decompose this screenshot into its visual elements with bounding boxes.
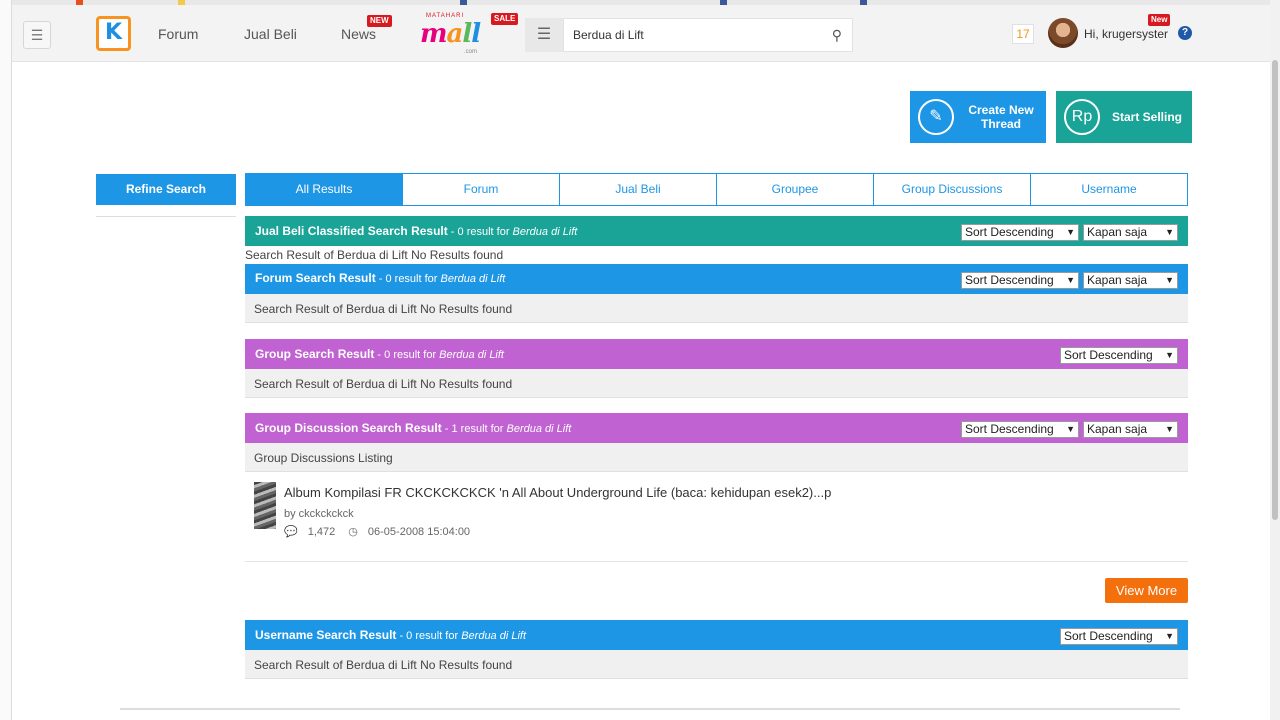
tab-forum[interactable]: Forum <box>403 173 560 206</box>
refine-search-button[interactable]: Refine Search <box>96 174 236 205</box>
sort-select[interactable]: Sort Descending ▼ <box>961 224 1079 241</box>
tab-jual-beli[interactable]: Jual Beli <box>560 173 717 206</box>
username-result-text: Search Result of Berdua di Lift No Resul… <box>245 650 1188 679</box>
comment-icon: 💬 <box>284 526 298 538</box>
result-tabs: All Results Forum Jual Beli Groupee Grou… <box>245 173 1188 206</box>
hamburger-icon[interactable]: ☰ <box>23 21 51 49</box>
notification-count[interactable]: 17 <box>1012 24 1034 44</box>
discussion-result-item[interactable]: Album Kompilasi FR CKCKCKCKCK 'n All Abo… <box>245 472 1188 562</box>
create-thread-label: Create New Thread <box>968 103 1034 131</box>
discussion-meta: 💬 1,472 ◷ 06-05-2008 15:04:00 <box>284 525 480 538</box>
horizontal-scrollbar[interactable] <box>120 708 1180 710</box>
tab-groupee[interactable]: Groupee <box>717 173 874 206</box>
view-more-button[interactable]: View More <box>1105 578 1188 603</box>
divider <box>96 216 236 217</box>
forum-result-header: Forum Search Result - 0 result for Berdu… <box>245 264 1188 294</box>
help-icon[interactable]: ? <box>1178 26 1192 40</box>
section-title: Forum Search Result - 0 result for Berdu… <box>255 271 506 285</box>
time-select[interactable]: Kapan saja ▼ <box>1083 421 1178 438</box>
sort-select[interactable]: Sort Descending ▼ <box>961 272 1079 289</box>
avatar[interactable] <box>1048 18 1078 48</box>
sale-badge: SALE <box>491 13 519 25</box>
top-navigation-bar: ☰ K Forum Jual Beli News NEW MATAHARI ma… <box>12 5 1270 62</box>
create-new-thread-button[interactable]: ✎ Create New Thread <box>910 91 1046 143</box>
jual-beli-result-text: Search Result of Berdua di Lift No Resul… <box>245 248 504 260</box>
search-input[interactable] <box>573 28 813 42</box>
start-selling-label: Start Selling <box>1111 110 1182 124</box>
page-scrollbar[interactable] <box>1270 0 1280 720</box>
discussion-author[interactable]: by ckckckckck <box>284 508 354 520</box>
search-box: ⚲ <box>563 18 853 52</box>
mall-logo-domain: .com <box>464 49 478 55</box>
user-greeting[interactable]: Hi, krugersyster <box>1084 27 1168 41</box>
sort-select[interactable]: Sort Descending ▼ <box>1060 628 1178 645</box>
start-selling-button[interactable]: Rp Start Selling <box>1056 91 1192 143</box>
section-title: Jual Beli Classified Search Result - 0 r… <box>255 224 578 238</box>
tab-all-results[interactable]: All Results <box>245 173 403 206</box>
search-category-menu-icon[interactable]: ☰ <box>525 18 563 52</box>
user-new-badge: New <box>1148 14 1171 26</box>
clock-icon: ◷ <box>348 526 358 538</box>
nav-jual-beli[interactable]: Jual Beli <box>244 26 297 42</box>
discussion-date: 06-05-2008 15:04:00 <box>367 526 471 538</box>
mall-logo-word: mall <box>420 19 481 49</box>
section-title: Username Search Result - 0 result for Be… <box>255 628 527 642</box>
news-new-badge: NEW <box>367 15 392 27</box>
left-gutter <box>0 0 12 720</box>
tab-group-discussions[interactable]: Group Discussions <box>874 173 1031 206</box>
nav-news[interactable]: News <box>341 26 376 42</box>
rupiah-icon: Rp <box>1064 99 1100 135</box>
group-result-text: Search Result of Berdua di Lift No Resul… <box>245 369 1188 398</box>
section-title: Group Discussion Search Result - 1 resul… <box>255 421 572 435</box>
sort-select[interactable]: Sort Descending ▼ <box>1060 347 1178 364</box>
username-result-header: Username Search Result - 0 result for Be… <box>245 620 1188 650</box>
time-select[interactable]: Kapan saja ▼ <box>1083 224 1178 241</box>
jual-beli-result-header: Jual Beli Classified Search Result - 0 r… <box>245 216 1188 246</box>
discussion-thumbnail[interactable] <box>254 482 276 529</box>
time-select[interactable]: Kapan saja ▼ <box>1083 272 1178 289</box>
nav-forum[interactable]: Forum <box>158 26 198 42</box>
group-discussion-listing-label: Group Discussions Listing <box>245 443 1188 472</box>
group-result-header: Group Search Result - 0 result for Berdu… <box>245 339 1188 369</box>
pencil-icon: ✎ <box>918 99 954 135</box>
sort-select[interactable]: Sort Descending ▼ <box>961 421 1079 438</box>
group-discussion-result-header: Group Discussion Search Result - 1 resul… <box>245 413 1188 443</box>
discussion-title-link[interactable]: Album Kompilasi FR CKCKCKCKCK 'n All Abo… <box>284 485 831 500</box>
scrollbar-thumb[interactable] <box>1272 60 1278 520</box>
section-title: Group Search Result - 0 result for Berdu… <box>255 347 504 361</box>
search-icon[interactable]: ⚲ <box>832 27 842 44</box>
forum-result-text: Search Result of Berdua di Lift No Resul… <box>245 294 1188 323</box>
comment-count: 1,472 <box>307 526 336 538</box>
kaskus-logo[interactable]: K <box>96 16 131 51</box>
tab-username[interactable]: Username <box>1031 173 1188 206</box>
